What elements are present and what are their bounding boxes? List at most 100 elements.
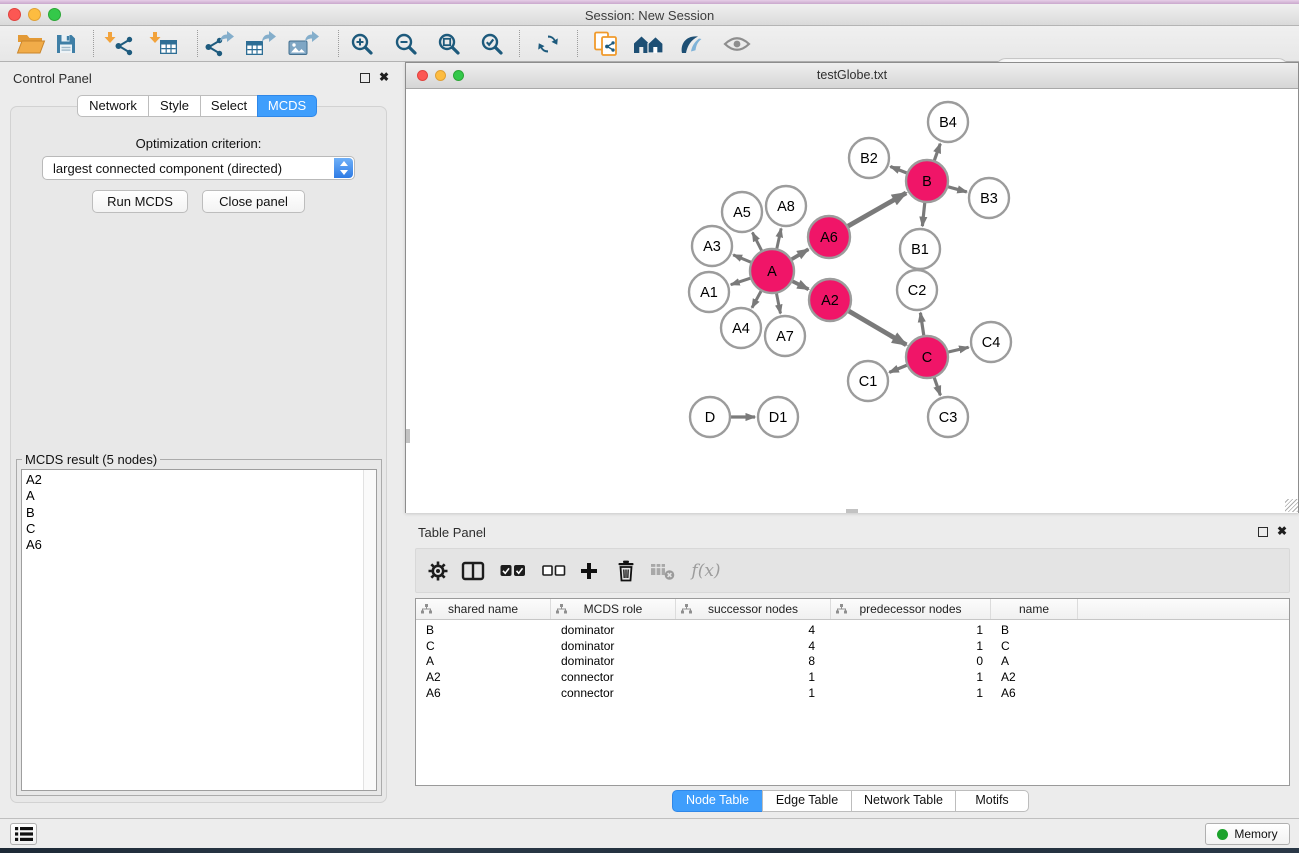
table-cell[interactable]: 1 bbox=[676, 686, 831, 702]
save-session-button[interactable] bbox=[47, 29, 85, 59]
duplicate-network-button[interactable] bbox=[587, 29, 625, 59]
table-cell[interactable]: B bbox=[991, 623, 1078, 639]
add-column-button[interactable] bbox=[572, 556, 606, 586]
mcds-result-item[interactable]: C bbox=[22, 521, 362, 537]
table-cell[interactable]: connector bbox=[551, 670, 676, 686]
horizontal-scrollbar-thumb[interactable] bbox=[846, 509, 858, 513]
import-network-button[interactable] bbox=[100, 29, 138, 59]
mcds-result-item[interactable]: A6 bbox=[22, 537, 362, 553]
table-cell[interactable]: C bbox=[416, 639, 551, 655]
run-mcds-button[interactable]: Run MCDS bbox=[92, 190, 188, 213]
graph-node-label: A6 bbox=[820, 230, 838, 246]
mcds-result-item[interactable]: A bbox=[22, 488, 362, 504]
mcds-result-listbox: A2ABCA6 bbox=[21, 469, 377, 791]
control-panel-float-button[interactable] bbox=[360, 73, 370, 83]
import-table-button[interactable] bbox=[145, 29, 183, 59]
table-cell[interactable]: A6 bbox=[416, 686, 551, 702]
network-canvas[interactable]: B4B2BB3A5A8A6A3B1AA1C2A2A4A7C4CC1C3DD1 bbox=[406, 89, 1298, 513]
table-cell[interactable]: B bbox=[416, 623, 551, 639]
tab-network[interactable]: Network bbox=[77, 95, 149, 117]
table-panel-close-button[interactable]: ✖ bbox=[1277, 526, 1287, 536]
zoom-in-button[interactable] bbox=[343, 29, 381, 59]
column-header-shared-name[interactable]: shared name bbox=[416, 599, 551, 619]
graph-node-label: A3 bbox=[703, 239, 721, 255]
table-cell[interactable]: 1 bbox=[831, 639, 991, 655]
network-window-titlebar[interactable]: testGlobe.txt bbox=[406, 63, 1298, 89]
tab-node-table[interactable]: Node Table bbox=[672, 790, 763, 812]
column-header-successor-nodes[interactable]: successor nodes bbox=[676, 599, 831, 619]
tab-mcds[interactable]: MCDS bbox=[257, 95, 317, 117]
show-hide-button[interactable] bbox=[718, 29, 756, 59]
column-header-filler bbox=[1078, 599, 1289, 619]
table-cell[interactable]: A bbox=[416, 654, 551, 670]
refresh-layout-button[interactable] bbox=[529, 29, 567, 59]
column-header-predecessor-nodes[interactable]: predecessor nodes bbox=[831, 599, 991, 619]
nested-networks-button[interactable] bbox=[630, 29, 668, 59]
table-row[interactable]: A2connector11A2 bbox=[416, 670, 1289, 686]
export-table-button[interactable] bbox=[242, 29, 280, 59]
criterion-select[interactable]: largest connected component (directed) bbox=[42, 156, 355, 180]
table-cell[interactable]: connector bbox=[551, 686, 676, 702]
export-image-button[interactable] bbox=[285, 29, 323, 59]
table-cell[interactable]: C bbox=[991, 639, 1078, 655]
table-cell[interactable]: dominator bbox=[551, 623, 676, 639]
table-cell[interactable]: dominator bbox=[551, 639, 676, 655]
tab-select[interactable]: Select bbox=[200, 95, 258, 117]
table-cell[interactable]: 4 bbox=[676, 639, 831, 655]
delete-button[interactable] bbox=[609, 556, 643, 586]
tab-style[interactable]: Style bbox=[148, 95, 201, 117]
column-header-mcds-role[interactable]: MCDS role bbox=[551, 599, 676, 619]
memory-label: Memory bbox=[1234, 827, 1277, 841]
graphics-details-button[interactable] bbox=[672, 29, 710, 59]
tab-edge-table[interactable]: Edge Table bbox=[762, 790, 852, 812]
zoom-selected-button[interactable] bbox=[473, 29, 511, 59]
deselect-all-button[interactable] bbox=[537, 556, 571, 586]
table-cell[interactable]: 1 bbox=[831, 623, 991, 639]
table-row[interactable]: A6connector11A6 bbox=[416, 686, 1289, 702]
zoom-fit-button[interactable] bbox=[430, 29, 468, 59]
table-row[interactable]: Bdominator41B bbox=[416, 623, 1289, 639]
zoom-selected-icon bbox=[480, 32, 504, 56]
mcds-result-item[interactable]: A2 bbox=[22, 472, 362, 488]
table-cell[interactable]: dominator bbox=[551, 654, 676, 670]
table-cell[interactable]: A2 bbox=[416, 670, 551, 686]
window-resize-grip[interactable] bbox=[1285, 499, 1298, 512]
table-settings-button[interactable] bbox=[421, 556, 455, 586]
graph-node-label: B1 bbox=[911, 242, 929, 258]
table-cell[interactable]: 4 bbox=[676, 623, 831, 639]
table-row[interactable]: Adominator80A bbox=[416, 654, 1289, 670]
column-header-name[interactable]: name bbox=[991, 599, 1078, 619]
close-panel-button[interactable]: Close panel bbox=[202, 190, 305, 213]
table-cell[interactable]: 1 bbox=[831, 686, 991, 702]
delete-table-button[interactable] bbox=[646, 556, 680, 586]
table-cell[interactable]: A6 bbox=[991, 686, 1078, 702]
tab-network-table[interactable]: Network Table bbox=[851, 790, 956, 812]
table-cell[interactable]: 1 bbox=[676, 670, 831, 686]
table-cell[interactable]: A2 bbox=[991, 670, 1078, 686]
table-cell[interactable]: 1 bbox=[831, 670, 991, 686]
desktop-background-bottom bbox=[0, 848, 1299, 853]
table-panel-float-button[interactable] bbox=[1258, 527, 1268, 537]
table-row[interactable]: Cdominator41C bbox=[416, 639, 1289, 655]
mcds-list-scrollbar[interactable] bbox=[363, 470, 376, 790]
zoom-out-button[interactable] bbox=[387, 29, 425, 59]
show-columns-button[interactable] bbox=[456, 556, 490, 586]
mcds-result-item[interactable]: B bbox=[22, 505, 362, 521]
open-session-button[interactable] bbox=[12, 29, 50, 59]
task-history-button[interactable] bbox=[10, 823, 37, 845]
table-cell-filler bbox=[1078, 639, 1289, 655]
memory-button[interactable]: Memory bbox=[1205, 823, 1290, 845]
table-cell[interactable]: A bbox=[991, 654, 1078, 670]
function-builder-button[interactable]: f(x) bbox=[684, 556, 728, 586]
toolbar-separator bbox=[577, 30, 578, 57]
main-titlebar[interactable]: Session: New Session bbox=[0, 4, 1299, 26]
export-network-button[interactable] bbox=[200, 29, 238, 59]
tab-motifs[interactable]: Motifs bbox=[955, 790, 1029, 812]
table-cell[interactable]: 8 bbox=[676, 654, 831, 670]
control-panel-close-button[interactable]: ✖ bbox=[379, 72, 389, 82]
select-all-button[interactable] bbox=[496, 556, 530, 586]
table-cell[interactable]: 0 bbox=[831, 654, 991, 670]
network-canvas-svg[interactable]: B4B2BB3A5A8A6A3B1AA1C2A2A4A7C4CC1C3DD1 bbox=[406, 89, 1298, 513]
graph-node-label: C1 bbox=[859, 374, 878, 390]
vertical-scrollbar-thumb[interactable] bbox=[406, 429, 410, 443]
